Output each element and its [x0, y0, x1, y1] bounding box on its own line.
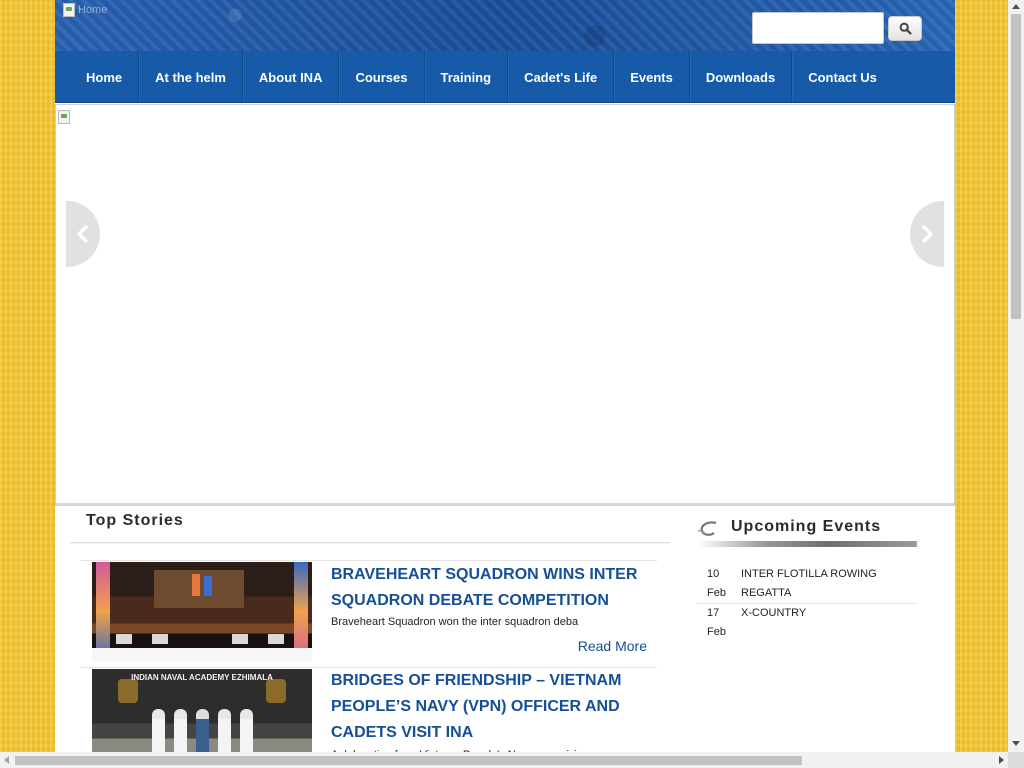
page-container: Home Home At the helm About INA Courses … — [55, 0, 955, 768]
stage-floor — [92, 648, 312, 661]
read-more-link[interactable]: Read More — [578, 638, 647, 654]
stage-flag — [192, 574, 200, 596]
story-excerpt: Braveheart Squadron won the inter squadr… — [331, 616, 579, 628]
event-day: 10 — [707, 568, 720, 580]
scroll-left-icon[interactable] — [4, 756, 9, 764]
nav-item-events[interactable]: Events — [614, 51, 690, 103]
horizontal-scrollbar[interactable] — [0, 752, 1008, 768]
nav-item-cadets-life[interactable]: Cadet's Life — [508, 51, 615, 103]
story-title-link[interactable]: BRAVEHEART SQUADRON WINS INTER SQUADRON … — [331, 562, 651, 614]
scrollbar-corner — [1008, 752, 1024, 768]
slide-broken-image-icon — [58, 110, 70, 124]
site-logo[interactable]: Home — [63, 2, 133, 18]
vertical-scroll-thumb[interactable] — [1011, 14, 1021, 319]
logo-alt-text: Home — [78, 4, 108, 16]
stage-desk — [268, 634, 284, 644]
nav-item-at-the-helm[interactable]: At the helm — [139, 51, 243, 103]
nav-item-training[interactable]: Training — [425, 51, 509, 103]
stage-banner-left — [96, 562, 110, 661]
vertical-scrollbar[interactable] — [1008, 0, 1024, 752]
nav-item-courses[interactable]: Courses — [339, 51, 425, 103]
event-row[interactable]: 17 Feb X-COUNTRY — [697, 604, 917, 642]
nav-item-downloads[interactable]: Downloads — [690, 51, 793, 103]
stage-desk — [116, 634, 132, 644]
search-input[interactable] — [752, 12, 884, 44]
event-row[interactable]: 10 Feb INTER FLOTILLA ROWING REGATTA — [697, 565, 917, 604]
scroll-down-icon[interactable] — [1012, 741, 1020, 746]
slider-next-button[interactable] — [910, 201, 944, 267]
event-name: X-COUNTRY — [741, 607, 807, 619]
chevron-right-icon — [922, 225, 933, 243]
site-header: Home — [55, 0, 955, 51]
main-nav: Home At the helm About INA Courses Train… — [55, 51, 955, 103]
stage-flag — [204, 576, 212, 596]
search-button[interactable] — [888, 16, 922, 41]
upcoming-events-divider — [697, 541, 917, 547]
chevron-left-icon — [77, 225, 88, 243]
stage-desk — [152, 634, 168, 644]
scroll-up-icon[interactable] — [1012, 4, 1020, 9]
stage-desk — [232, 634, 248, 644]
event-date: 17 Feb — [697, 604, 741, 642]
story-title-link[interactable]: BRIDGES OF FRIENDSHIP – VIETNAM PEOPLE’S… — [331, 668, 651, 746]
event-date: 10 Feb — [697, 565, 741, 603]
slider-prev-button[interactable] — [66, 201, 100, 267]
event-name: INTER FLOTILLA ROWING REGATTA — [741, 568, 877, 599]
event-month: Feb — [707, 626, 726, 638]
top-stories-heading: Top Stories — [86, 512, 184, 529]
thumbnail-sign-text: INDIAN NAVAL ACADEMY EZHIMALA — [131, 673, 273, 682]
swirl-icon — [697, 521, 717, 536]
broken-image-icon — [63, 3, 75, 17]
top-stories-divider — [70, 542, 670, 544]
events-list: 10 Feb INTER FLOTILLA ROWING REGATTA 17 … — [697, 565, 917, 642]
nav-item-home[interactable]: Home — [70, 51, 140, 103]
story-item: BRAVEHEART SQUADRON WINS INTER SQUADRON … — [81, 560, 657, 667]
event-day: 17 — [707, 607, 720, 619]
horizontal-scroll-thumb[interactable] — [15, 756, 802, 765]
search-icon — [899, 22, 912, 35]
nav-item-about-ina[interactable]: About INA — [243, 51, 340, 103]
event-month: Feb — [707, 587, 726, 599]
scroll-right-icon[interactable] — [999, 756, 1004, 764]
story-thumbnail-debate[interactable] — [92, 562, 312, 661]
upcoming-events-heading: Upcoming Events — [731, 518, 882, 535]
stage-banner-right — [294, 562, 308, 661]
image-slider — [55, 104, 955, 506]
nav-item-contact-us[interactable]: Contact Us — [792, 51, 893, 103]
